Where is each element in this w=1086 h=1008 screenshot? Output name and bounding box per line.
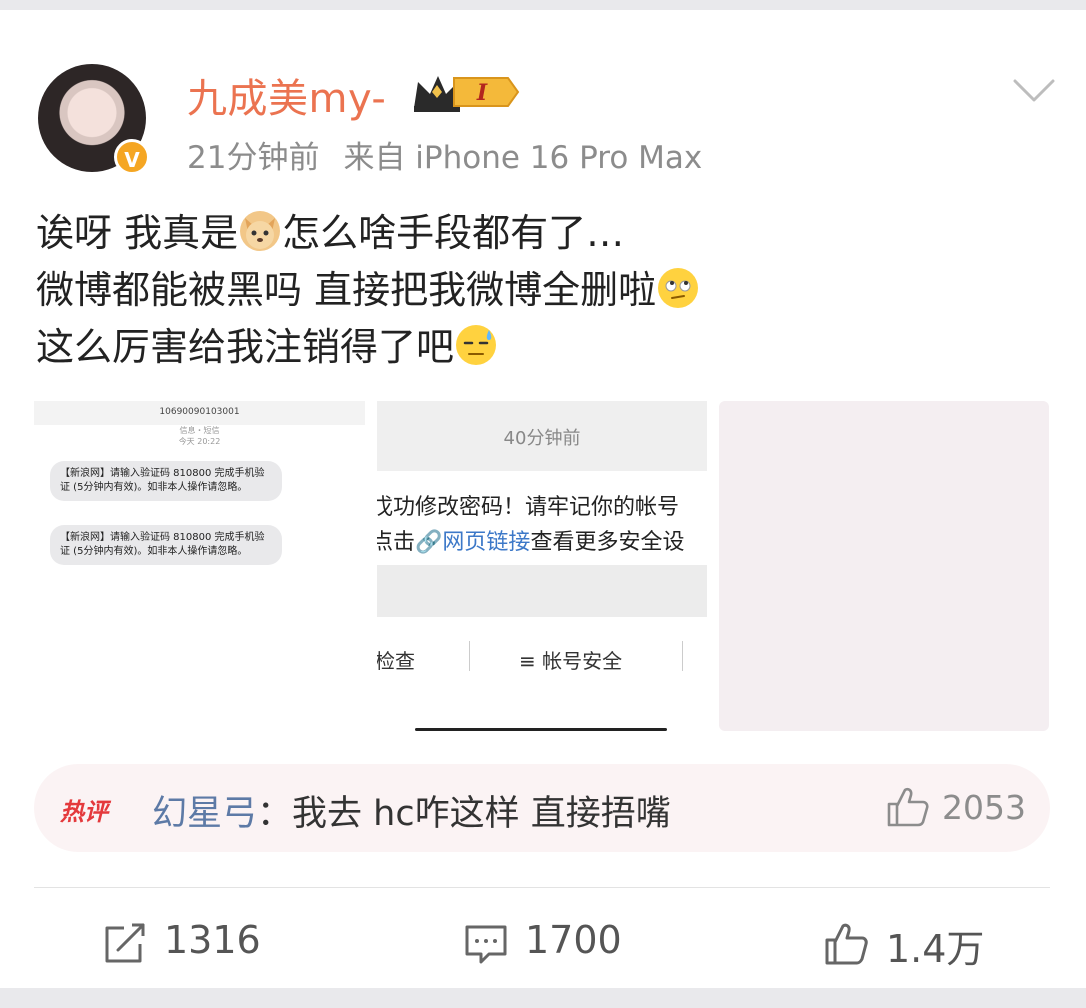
sms-bubble: 【新浪网】请输入验证码 810800 完成手机验证 (5分钟内有效)。如非本人操… [50,461,282,501]
hot-comment-body: 幻星弓：我去 hc咋这样 直接捂嘴 [152,794,671,834]
hot-comment-nickname[interactable]: 幻星弓 [152,794,257,834]
hot-comment-tag: 热评 [60,798,108,826]
link-icon: 🔗 [415,530,443,555]
member-crown-icon[interactable]: I [410,70,522,114]
sweat-emoji [456,325,497,365]
post-line-3: 这么厉害给我注销得了吧 [36,319,1046,376]
notice-button-account-security: ≡ 帐号安全 [519,649,623,673]
chevron-down-icon[interactable] [1012,78,1056,104]
notice-link: 网页链接 [442,530,531,555]
notice-line-1: 戊功修改密码！请牢记你的帐号 [377,495,680,520]
hot-comment[interactable]: 热评 幻星弓：我去 hc咋这样 直接捂嘴 2053 [34,764,1050,852]
thumbs-up-icon [825,923,868,965]
weibo-post-card: V 九成美my- I 21分钟前 来自 iPhone 16 Pro Max 诶呀 … [0,10,1086,988]
sms-type: 信息・短信 [179,426,220,435]
like-count: 1.4万 [886,927,985,971]
repost-icon [105,923,145,963]
sms-date: 今天 20:22 [178,437,221,446]
username[interactable]: 九成美my- [187,66,386,124]
notice-time: 40分钟前 [503,428,581,449]
sms-sender-number: 10690090103001 [159,407,240,417]
comment-count: 1700 [525,918,622,962]
divider [469,641,470,671]
comment-icon [465,925,507,964]
repost-count: 1316 [164,918,261,962]
dog-face-emoji [240,211,281,251]
divider [682,641,683,671]
notice-band [377,565,707,617]
post-image-notice[interactable]: 40分钟前 戊功修改密码！请牢记你的帐号 点击🔗网页链接查看更多安全设 检查 ≡… [377,401,707,731]
post-image-sms[interactable]: 10690090103001 信息・短信 今天 20:22 【新浪网】请输入验证… [34,401,365,731]
notice-line-2: 点击🔗网页链接查看更多安全设 [377,530,685,555]
post-text: 诶呀 我真是 怎么啥手段都有了… 微博都能被黑吗 直接把我微博全删啦 这么厉害给我… [36,205,1046,376]
hot-comment-text: 我去 hc咋这样 直接捂嘴 [292,794,671,834]
hot-comment-like-count: 2053 [942,788,1026,827]
divider [34,887,1050,888]
home-indicator [415,728,667,731]
sms-bubble: 【新浪网】请输入验证码 810800 完成手机验证 (5分钟内有效)。如非本人操… [50,525,282,565]
post-line-2: 微博都能被黑吗 直接把我微博全删啦 [36,262,1046,319]
verified-badge-icon: V [114,139,150,175]
eye-roll-emoji [658,268,699,308]
post-meta: 21分钟前 来自 iPhone 16 Pro Max [187,132,702,177]
post-line-1: 诶呀 我真是 怎么啥手段都有了… [36,211,625,255]
member-level: I [476,80,488,106]
post-image-blank[interactable] [719,401,1049,731]
post-time: 21分钟前 [187,140,320,176]
notice-button-check: 检查 [377,649,415,673]
thumbs-up-icon[interactable] [886,786,930,828]
post-source: 来自 iPhone 16 Pro Max [343,140,703,176]
